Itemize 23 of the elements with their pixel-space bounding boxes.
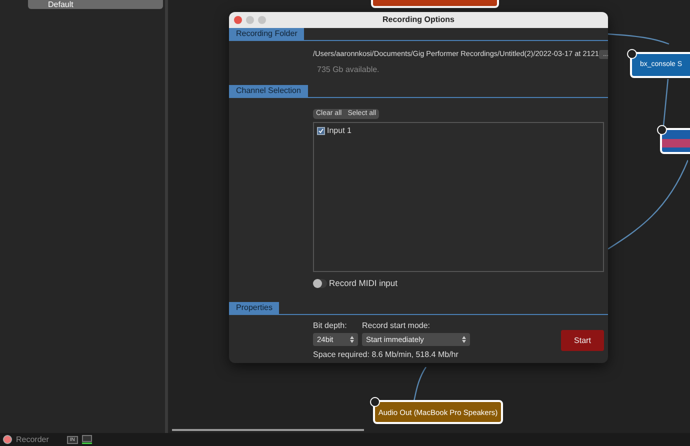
recorder-label: Recorder — [16, 434, 49, 444]
midi-toggle[interactable] — [313, 278, 327, 288]
connection-wire — [413, 367, 427, 401]
stepper-icon — [350, 336, 354, 343]
input-pin-icon[interactable] — [370, 397, 380, 407]
plugin-node[interactable] — [660, 128, 690, 154]
field-label: Bit depth: — [313, 321, 348, 331]
input-pin-icon[interactable] — [627, 49, 637, 59]
checkbox[interactable] — [317, 126, 325, 135]
stepper-icon — [462, 336, 466, 343]
free-space-text: 735 Gb available. — [317, 65, 380, 75]
field-label: Record start mode: — [362, 321, 432, 331]
channel-label: Input 1 — [327, 126, 352, 136]
window-title: Recording Options — [229, 12, 608, 28]
midi-label: Record MIDI input — [329, 278, 398, 288]
connection-wire — [608, 33, 670, 45]
level-meter-icon — [82, 435, 92, 444]
input-pin-icon[interactable] — [657, 125, 667, 135]
space-required-text: Space required: 8.6 Mb/min, 518.4 Mb/hr — [313, 350, 460, 360]
record-icon[interactable] — [3, 435, 12, 444]
start-button[interactable]: Start — [561, 330, 604, 352]
sidebar-item[interactable]: Default — [28, 0, 163, 9]
close-button[interactable] — [234, 16, 242, 24]
